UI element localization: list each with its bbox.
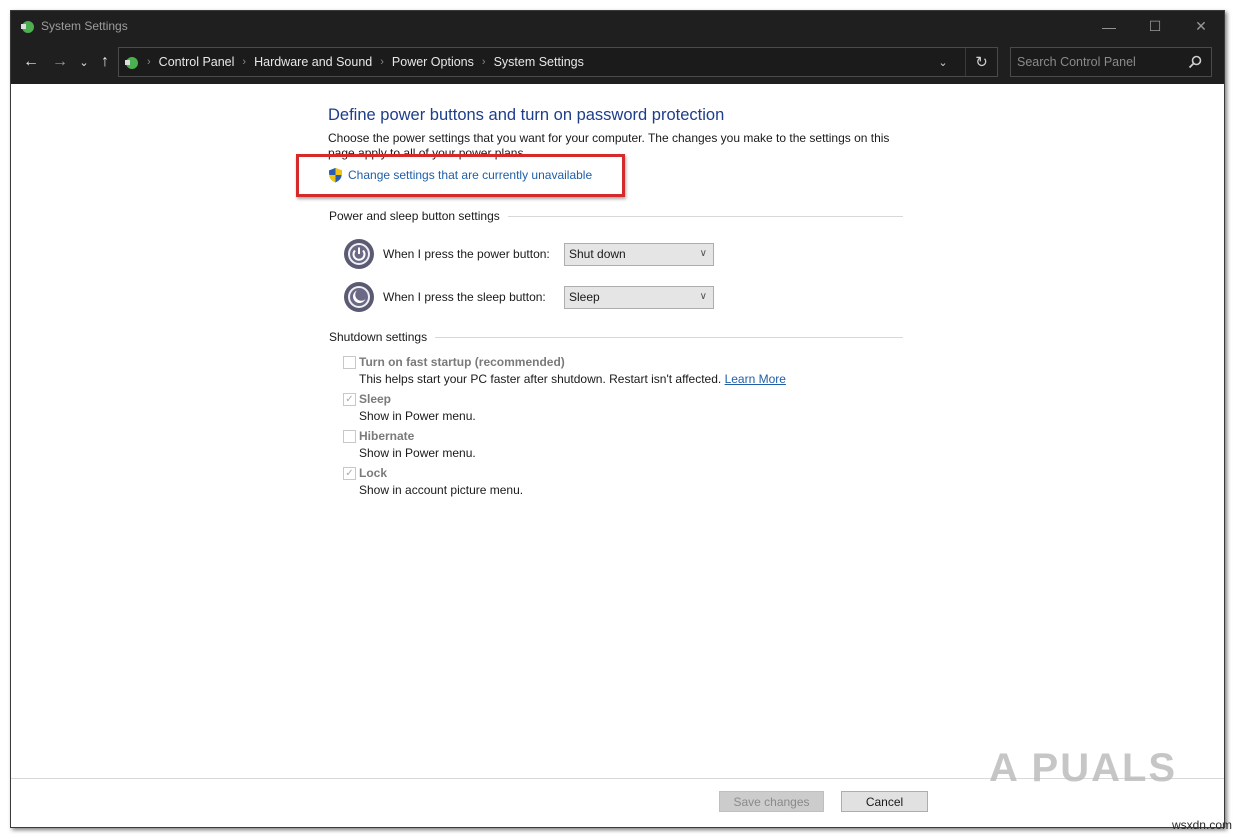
navigation-bar: ← → ⌄ ↑ › Control Panel › Hardware and S… <box>11 42 1224 84</box>
title-bar: System Settings — ☐ ✕ <box>11 11 1224 42</box>
forward-arrow-icon[interactable]: → <box>50 52 70 72</box>
save-changes-button[interactable]: Save changes <box>719 791 824 812</box>
power-options-app-icon <box>21 21 34 33</box>
refresh-icon[interactable]: ↻ <box>965 48 997 76</box>
breadcrumb-separator[interactable]: › <box>242 56 246 68</box>
window-title: System Settings <box>41 19 128 33</box>
page-title: Define power buttons and turn on passwor… <box>328 106 725 124</box>
fast-startup-desc-text: This helps start your PC faster after sh… <box>359 372 722 386</box>
appuals-watermark: A PUALS <box>989 746 1178 790</box>
change-settings-link-text[interactable]: Change settings that are currently unava… <box>348 168 592 182</box>
power-button-icon <box>344 239 374 269</box>
breadcrumb-power-options[interactable]: Power Options <box>392 55 474 69</box>
search-icon[interactable] <box>1187 54 1203 70</box>
breadcrumb-hardware-and-sound[interactable]: Hardware and Sound <box>254 55 372 69</box>
divider <box>435 336 903 338</box>
shutdown-group-heading: Shutdown settings <box>329 330 903 344</box>
up-arrow-icon[interactable]: ↑ <box>95 52 115 72</box>
fast-startup-option: Turn on fast startup (recommended) This … <box>343 355 786 386</box>
breadcrumb-control-panel[interactable]: Control Panel <box>159 55 235 69</box>
search-input[interactable] <box>1017 53 1177 71</box>
divider <box>507 215 903 217</box>
fast-startup-description: This helps start your PC faster after sh… <box>359 372 786 386</box>
power-button-row: When I press the power button: Shut down… <box>343 238 714 270</box>
shutdown-group-label: Shutdown settings <box>329 330 428 344</box>
back-arrow-icon[interactable]: ← <box>21 52 41 72</box>
power-button-select[interactable]: Shut down ∨ <box>564 242 714 266</box>
sleep-button-label: When I press the sleep button: <box>383 290 546 304</box>
lock-checkbox[interactable]: ✓ <box>343 466 356 480</box>
hibernate-description: Show in Power menu. <box>359 446 476 460</box>
close-button[interactable]: ✕ <box>1178 11 1224 42</box>
fast-startup-checkbox[interactable] <box>343 355 356 369</box>
breadcrumb-system-settings[interactable]: System Settings <box>494 55 584 69</box>
lock-description: Show in account picture menu. <box>359 483 524 497</box>
learn-more-link[interactable]: Learn More <box>725 372 786 386</box>
breadcrumb-separator[interactable]: › <box>380 56 384 68</box>
cancel-button[interactable]: Cancel <box>841 791 928 812</box>
hibernate-checkbox[interactable] <box>343 429 356 443</box>
chevron-down-icon: ∨ <box>699 290 707 302</box>
content-area: Define power buttons and turn on passwor… <box>11 84 1224 779</box>
power-sleep-group-heading: Power and sleep button settings <box>329 209 903 223</box>
hibernate-option: Hibernate Show in Power menu. <box>343 429 476 460</box>
sleep-option: ✓ Sleep Show in Power menu. <box>343 392 476 423</box>
address-dropdown-chevron-icon[interactable]: ⌄ <box>931 48 955 76</box>
breadcrumb: › Control Panel › Hardware and Sound › P… <box>123 48 584 76</box>
sleep-button-select[interactable]: Sleep ∨ <box>564 285 714 309</box>
sleep-checkbox[interactable]: ✓ <box>343 392 356 406</box>
system-settings-window: System Settings — ☐ ✕ ← → ⌄ ↑ › Control … <box>10 10 1225 828</box>
breadcrumb-separator[interactable]: › <box>482 56 486 68</box>
control-panel-icon <box>125 57 138 69</box>
lock-label: Lock <box>359 466 388 480</box>
maximize-button[interactable]: ☐ <box>1132 11 1178 42</box>
sleep-description: Show in Power menu. <box>359 409 476 423</box>
fast-startup-label: Turn on fast startup (recommended) <box>359 355 565 369</box>
sleep-label: Sleep <box>359 392 392 406</box>
address-bar[interactable]: › Control Panel › Hardware and Sound › P… <box>118 47 998 77</box>
lock-option: ✓ Lock Show in account picture menu. <box>343 466 523 497</box>
sleep-button-value: Sleep <box>569 290 600 304</box>
chevron-down-icon: ∨ <box>699 247 707 259</box>
breadcrumb-separator: › <box>147 56 151 68</box>
power-button-label: When I press the power button: <box>383 247 550 261</box>
power-button-value: Shut down <box>569 247 626 261</box>
power-sleep-group-label: Power and sleep button settings <box>329 209 500 223</box>
search-box[interactable] <box>1010 47 1212 77</box>
change-settings-link[interactable]: Change settings that are currently unava… <box>328 167 592 183</box>
minimize-button[interactable]: — <box>1086 11 1132 42</box>
recent-locations-chevron-icon[interactable]: ⌄ <box>74 52 94 72</box>
uac-shield-icon <box>329 168 342 183</box>
sleep-button-icon <box>344 282 374 312</box>
sleep-button-row: When I press the sleep button: Sleep ∨ <box>343 281 714 313</box>
hibernate-label: Hibernate <box>359 429 415 443</box>
site-watermark: wsxdn.com <box>1171 818 1232 832</box>
